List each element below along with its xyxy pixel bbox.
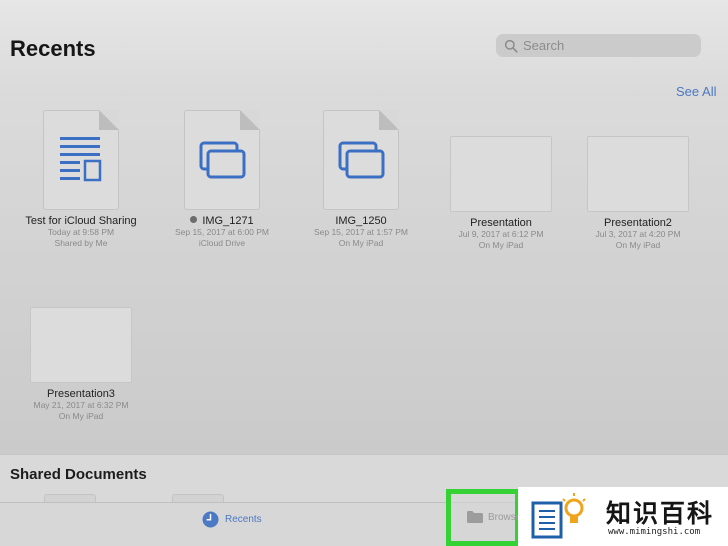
shared-documents-title: Shared Documents: [10, 466, 147, 483]
file-name: IMG_1271: [202, 215, 254, 227]
file-item-presentation3[interactable]: Presentation3 May 21, 2017 at 6:32 PM On…: [19, 307, 143, 422]
file-name: Presentation: [470, 217, 532, 229]
file-location: On My iPad: [58, 411, 104, 421]
tab-browse-label: Browse: [488, 511, 522, 523]
search-icon: [504, 39, 518, 53]
file-name: Test for iCloud Sharing: [25, 215, 137, 227]
tab-browse[interactable]: Browse: [466, 510, 521, 524]
search-placeholder: Search: [523, 38, 565, 53]
file-date: Sep 15, 2017 at 6:00 PM: [174, 227, 270, 237]
sync-status-dot: [190, 216, 198, 223]
document-icon: [60, 137, 102, 182]
file-location: Shared by Me: [54, 238, 108, 248]
file-item-presentation[interactable]: Presentation Jul 9, 2017 at 6:12 PM On M…: [439, 136, 563, 251]
watermark: 知识百科 www.mimingshi.com: [518, 487, 728, 546]
folder-icon: [467, 511, 483, 523]
search-input[interactable]: Search: [496, 34, 701, 57]
tab-recents[interactable]: Recents: [202, 508, 262, 530]
image-thumbnail: [184, 110, 260, 210]
file-item-img-1250[interactable]: IMG_1250 Sep 15, 2017 at 1:57 PM On My i…: [299, 110, 423, 249]
file-date: Sep 15, 2017 at 1:57 PM: [313, 227, 409, 237]
image-thumbnail: [323, 110, 399, 210]
file-location: On My iPad: [338, 238, 384, 248]
file-date: Jul 9, 2017 at 6:12 PM: [458, 229, 544, 239]
file-item-test-for-icloud-sharing[interactable]: Test for iCloud Sharing Today at 9:58 PM…: [19, 110, 143, 249]
document-thumbnail: [43, 110, 119, 210]
presentation-thumbnail: [30, 307, 132, 383]
clock-icon: [202, 511, 219, 527]
file-date: May 21, 2017 at 6:32 PM: [33, 400, 129, 410]
photos-icon: [199, 141, 246, 179]
book-lightbulb-logo-icon: [531, 493, 586, 539]
file-location: On My iPad: [478, 240, 524, 250]
file-date: Today at 9:58 PM: [47, 227, 115, 237]
file-item-presentation2[interactable]: Presentation2 Jul 3, 2017 at 4:20 PM On …: [576, 136, 700, 251]
file-name: IMG_1250: [335, 215, 387, 227]
watermark-text: 知识百科: [606, 499, 715, 528]
see-all-link[interactable]: See All: [676, 84, 716, 99]
file-name: Presentation3: [47, 388, 115, 400]
file-name: Presentation2: [604, 217, 672, 229]
file-item-img-1271[interactable]: IMG_1271 Sep 15, 2017 at 6:00 PM iCloud …: [160, 110, 284, 249]
tab-recents-label: Recents: [225, 513, 262, 525]
presentation-thumbnail: [587, 136, 689, 212]
photos-icon: [338, 141, 385, 179]
file-date: Jul 3, 2017 at 4:20 PM: [595, 229, 681, 239]
file-location: iCloud Drive: [198, 238, 246, 248]
page-title: Recents: [10, 36, 96, 61]
watermark-url: www.mimingshi.com: [608, 527, 701, 537]
presentation-thumbnail: [450, 136, 552, 212]
file-location: On My iPad: [615, 240, 661, 250]
